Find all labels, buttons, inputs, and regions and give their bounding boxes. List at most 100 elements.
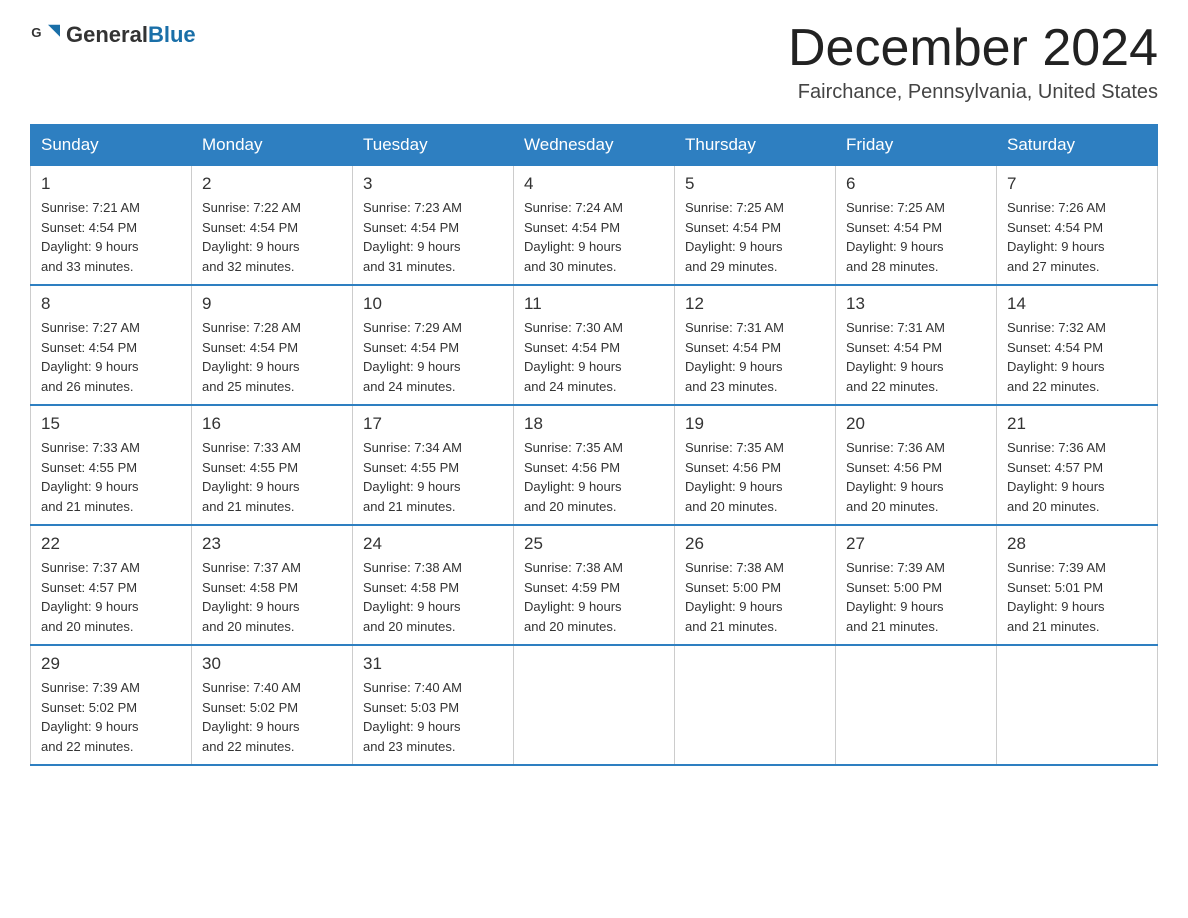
weekday-header-thursday: Thursday — [675, 125, 836, 166]
day-info: Sunrise: 7:30 AM Sunset: 4:54 PM Dayligh… — [524, 318, 664, 396]
calendar-day-cell: 22 Sunrise: 7:37 AM Sunset: 4:57 PM Dayl… — [31, 525, 192, 645]
svg-text:G: G — [31, 25, 41, 40]
day-number: 29 — [41, 654, 181, 674]
day-info: Sunrise: 7:38 AM Sunset: 5:00 PM Dayligh… — [685, 558, 825, 636]
day-number: 11 — [524, 294, 664, 314]
calendar-day-cell: 20 Sunrise: 7:36 AM Sunset: 4:56 PM Dayl… — [836, 405, 997, 525]
day-number: 10 — [363, 294, 503, 314]
day-info: Sunrise: 7:26 AM Sunset: 4:54 PM Dayligh… — [1007, 198, 1147, 276]
calendar-day-cell: 5 Sunrise: 7:25 AM Sunset: 4:54 PM Dayli… — [675, 166, 836, 286]
day-number: 7 — [1007, 174, 1147, 194]
week-row-1: 1 Sunrise: 7:21 AM Sunset: 4:54 PM Dayli… — [31, 166, 1158, 286]
calendar-day-cell: 14 Sunrise: 7:32 AM Sunset: 4:54 PM Dayl… — [997, 285, 1158, 405]
calendar-day-cell: 16 Sunrise: 7:33 AM Sunset: 4:55 PM Dayl… — [192, 405, 353, 525]
calendar-day-cell: 23 Sunrise: 7:37 AM Sunset: 4:58 PM Dayl… — [192, 525, 353, 645]
day-number: 1 — [41, 174, 181, 194]
day-number: 2 — [202, 174, 342, 194]
day-number: 14 — [1007, 294, 1147, 314]
day-number: 26 — [685, 534, 825, 554]
week-row-5: 29 Sunrise: 7:39 AM Sunset: 5:02 PM Dayl… — [31, 645, 1158, 765]
calendar-day-cell: 17 Sunrise: 7:34 AM Sunset: 4:55 PM Dayl… — [353, 405, 514, 525]
day-info: Sunrise: 7:31 AM Sunset: 4:54 PM Dayligh… — [846, 318, 986, 396]
day-info: Sunrise: 7:32 AM Sunset: 4:54 PM Dayligh… — [1007, 318, 1147, 396]
title-block: December 2024 Fairchance, Pennsylvania, … — [788, 20, 1158, 104]
calendar-day-cell: 2 Sunrise: 7:22 AM Sunset: 4:54 PM Dayli… — [192, 166, 353, 286]
day-info: Sunrise: 7:37 AM Sunset: 4:57 PM Dayligh… — [41, 558, 181, 636]
calendar-day-cell: 1 Sunrise: 7:21 AM Sunset: 4:54 PM Dayli… — [31, 166, 192, 286]
day-number: 12 — [685, 294, 825, 314]
calendar-day-cell: 25 Sunrise: 7:38 AM Sunset: 4:59 PM Dayl… — [514, 525, 675, 645]
calendar-day-cell: 11 Sunrise: 7:30 AM Sunset: 4:54 PM Dayl… — [514, 285, 675, 405]
day-number: 21 — [1007, 414, 1147, 434]
calendar-day-cell — [514, 645, 675, 765]
day-number: 9 — [202, 294, 342, 314]
day-number: 8 — [41, 294, 181, 314]
day-number: 30 — [202, 654, 342, 674]
day-number: 25 — [524, 534, 664, 554]
calendar-day-cell: 4 Sunrise: 7:24 AM Sunset: 4:54 PM Dayli… — [514, 166, 675, 286]
day-number: 22 — [41, 534, 181, 554]
calendar-day-cell: 6 Sunrise: 7:25 AM Sunset: 4:54 PM Dayli… — [836, 166, 997, 286]
day-number: 4 — [524, 174, 664, 194]
calendar-day-cell: 7 Sunrise: 7:26 AM Sunset: 4:54 PM Dayli… — [997, 166, 1158, 286]
day-info: Sunrise: 7:39 AM Sunset: 5:01 PM Dayligh… — [1007, 558, 1147, 636]
day-info: Sunrise: 7:35 AM Sunset: 4:56 PM Dayligh… — [524, 438, 664, 516]
day-info: Sunrise: 7:39 AM Sunset: 5:00 PM Dayligh… — [846, 558, 986, 636]
day-number: 31 — [363, 654, 503, 674]
calendar-day-cell: 18 Sunrise: 7:35 AM Sunset: 4:56 PM Dayl… — [514, 405, 675, 525]
day-number: 5 — [685, 174, 825, 194]
day-info: Sunrise: 7:37 AM Sunset: 4:58 PM Dayligh… — [202, 558, 342, 636]
day-info: Sunrise: 7:40 AM Sunset: 5:03 PM Dayligh… — [363, 678, 503, 756]
day-number: 28 — [1007, 534, 1147, 554]
calendar-table: SundayMondayTuesdayWednesdayThursdayFrid… — [30, 124, 1158, 766]
calendar-subtitle: Fairchance, Pennsylvania, United States — [788, 81, 1158, 104]
day-info: Sunrise: 7:39 AM Sunset: 5:02 PM Dayligh… — [41, 678, 181, 756]
day-info: Sunrise: 7:36 AM Sunset: 4:57 PM Dayligh… — [1007, 438, 1147, 516]
day-info: Sunrise: 7:38 AM Sunset: 4:58 PM Dayligh… — [363, 558, 503, 636]
calendar-day-cell: 27 Sunrise: 7:39 AM Sunset: 5:00 PM Dayl… — [836, 525, 997, 645]
calendar-day-cell: 28 Sunrise: 7:39 AM Sunset: 5:01 PM Dayl… — [997, 525, 1158, 645]
day-info: Sunrise: 7:22 AM Sunset: 4:54 PM Dayligh… — [202, 198, 342, 276]
day-info: Sunrise: 7:25 AM Sunset: 4:54 PM Dayligh… — [846, 198, 986, 276]
day-info: Sunrise: 7:34 AM Sunset: 4:55 PM Dayligh… — [363, 438, 503, 516]
weekday-header-tuesday: Tuesday — [353, 125, 514, 166]
calendar-day-cell — [836, 645, 997, 765]
day-number: 13 — [846, 294, 986, 314]
calendar-day-cell: 21 Sunrise: 7:36 AM Sunset: 4:57 PM Dayl… — [997, 405, 1158, 525]
calendar-title: December 2024 — [788, 20, 1158, 77]
day-info: Sunrise: 7:29 AM Sunset: 4:54 PM Dayligh… — [363, 318, 503, 396]
weekday-header-friday: Friday — [836, 125, 997, 166]
calendar-day-cell: 9 Sunrise: 7:28 AM Sunset: 4:54 PM Dayli… — [192, 285, 353, 405]
calendar-day-cell: 15 Sunrise: 7:33 AM Sunset: 4:55 PM Dayl… — [31, 405, 192, 525]
day-number: 27 — [846, 534, 986, 554]
day-info: Sunrise: 7:33 AM Sunset: 4:55 PM Dayligh… — [202, 438, 342, 516]
day-number: 20 — [846, 414, 986, 434]
day-info: Sunrise: 7:21 AM Sunset: 4:54 PM Dayligh… — [41, 198, 181, 276]
week-row-4: 22 Sunrise: 7:37 AM Sunset: 4:57 PM Dayl… — [31, 525, 1158, 645]
day-number: 23 — [202, 534, 342, 554]
day-info: Sunrise: 7:24 AM Sunset: 4:54 PM Dayligh… — [524, 198, 664, 276]
calendar-day-cell: 12 Sunrise: 7:31 AM Sunset: 4:54 PM Dayl… — [675, 285, 836, 405]
day-info: Sunrise: 7:35 AM Sunset: 4:56 PM Dayligh… — [685, 438, 825, 516]
day-info: Sunrise: 7:36 AM Sunset: 4:56 PM Dayligh… — [846, 438, 986, 516]
logo: G GeneralBlue — [30, 20, 196, 50]
week-row-2: 8 Sunrise: 7:27 AM Sunset: 4:54 PM Dayli… — [31, 285, 1158, 405]
calendar-day-cell — [675, 645, 836, 765]
logo-general-text: General — [66, 22, 148, 47]
day-number: 6 — [846, 174, 986, 194]
page-header: G GeneralBlue December 2024 Fairchance, … — [30, 20, 1158, 104]
day-number: 17 — [363, 414, 503, 434]
calendar-day-cell: 30 Sunrise: 7:40 AM Sunset: 5:02 PM Dayl… — [192, 645, 353, 765]
day-number: 16 — [202, 414, 342, 434]
calendar-day-cell: 31 Sunrise: 7:40 AM Sunset: 5:03 PM Dayl… — [353, 645, 514, 765]
day-info: Sunrise: 7:38 AM Sunset: 4:59 PM Dayligh… — [524, 558, 664, 636]
weekday-header-monday: Monday — [192, 125, 353, 166]
calendar-day-cell: 13 Sunrise: 7:31 AM Sunset: 4:54 PM Dayl… — [836, 285, 997, 405]
logo-blue-text: Blue — [148, 22, 196, 47]
calendar-day-cell: 29 Sunrise: 7:39 AM Sunset: 5:02 PM Dayl… — [31, 645, 192, 765]
weekday-header-sunday: Sunday — [31, 125, 192, 166]
day-info: Sunrise: 7:25 AM Sunset: 4:54 PM Dayligh… — [685, 198, 825, 276]
day-number: 19 — [685, 414, 825, 434]
day-info: Sunrise: 7:27 AM Sunset: 4:54 PM Dayligh… — [41, 318, 181, 396]
weekday-header-row: SundayMondayTuesdayWednesdayThursdayFrid… — [31, 125, 1158, 166]
